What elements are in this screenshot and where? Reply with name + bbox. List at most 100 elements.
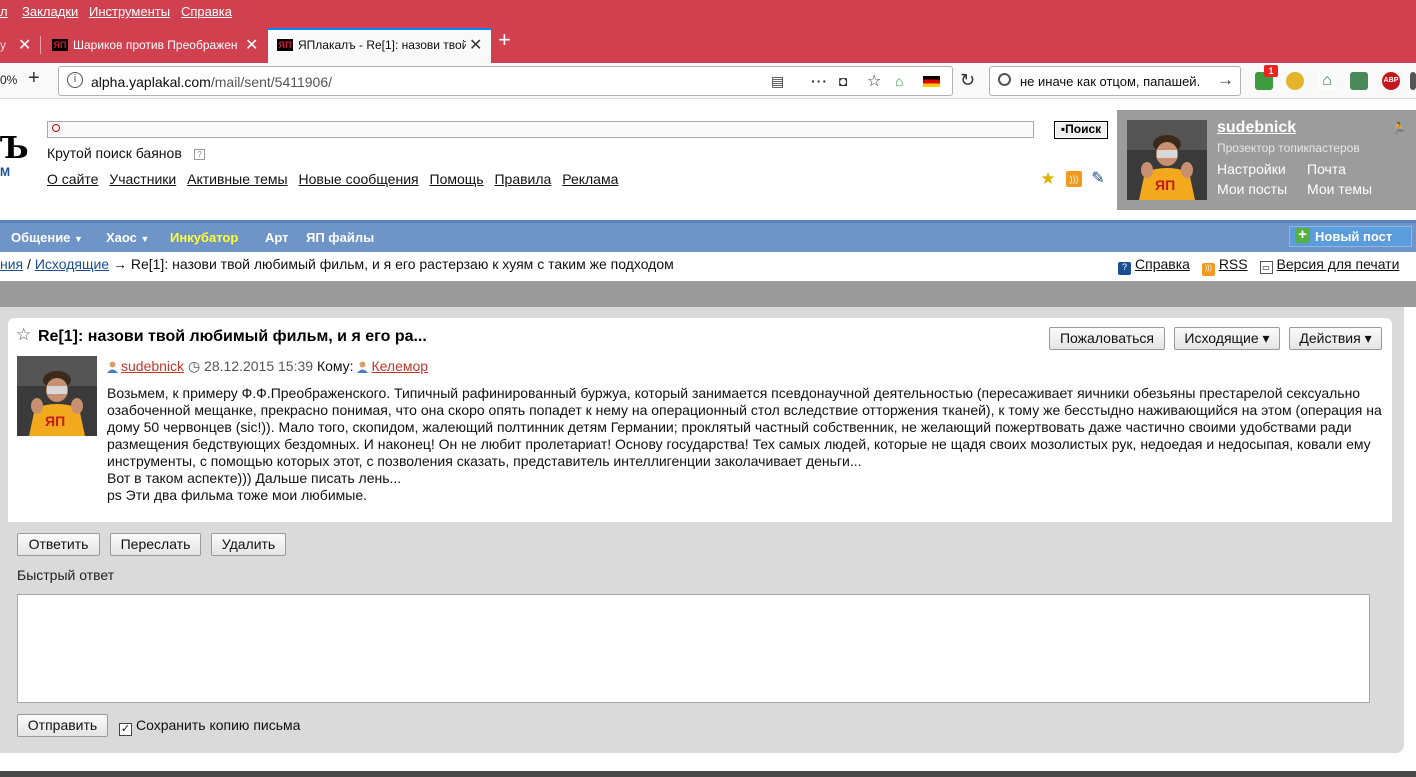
site-search-input[interactable] <box>47 121 1034 138</box>
breadcrumb-current: Re[1]: назови твой любимый фильм, и я ег… <box>130 256 674 272</box>
user-my-posts-link[interactable]: Мои посты <box>1217 181 1287 197</box>
browser-search-input[interactable]: не иначе как отцом, папашей. <box>1020 74 1220 89</box>
username-link[interactable]: sudebnick <box>1217 119 1296 137</box>
user-icon <box>357 360 369 373</box>
reload-icon[interactable]: ↻ <box>960 70 975 91</box>
close-icon[interactable]: ✕ <box>245 35 258 55</box>
url-text: alpha.yaplakal.com/mail/sent/5411906/ <box>91 74 333 90</box>
new-post-button[interactable]: + Новый пост <box>1289 226 1412 247</box>
adblock-icon[interactable]: ABP <box>1382 72 1400 90</box>
site-logo-sub: М <box>0 165 10 179</box>
author-link[interactable]: sudebnick <box>121 358 184 374</box>
pencil-icon[interactable]: ✎ <box>1090 171 1106 187</box>
star-add-icon[interactable]: ★ <box>1040 170 1056 187</box>
reply-button[interactable]: Ответить <box>17 533 100 556</box>
link-active-topics[interactable]: Активные темы <box>187 171 288 187</box>
extension-yellow-icon[interactable] <box>1286 72 1304 90</box>
nav-item-files[interactable]: ЯП файлы <box>306 230 374 245</box>
yap-favicon-icon: ЯП <box>277 39 293 51</box>
info-icon[interactable]: i <box>67 72 83 88</box>
save-copy-checkbox[interactable]: ✓ Сохранить копию письма <box>119 717 300 736</box>
report-button[interactable]: Пожаловаться <box>1049 327 1165 350</box>
menu-tools[interactable]: Инструменты <box>89 4 170 19</box>
site-links: О сайте Участники Активные темы Новые со… <box>47 171 625 187</box>
link-about[interactable]: О сайте <box>47 171 98 187</box>
quick-reply-textarea[interactable] <box>17 594 1370 703</box>
printer-icon: ▭ <box>1259 261 1273 274</box>
browser-search-bar[interactable]: не иначе как отцом, папашей. → <box>989 66 1241 96</box>
print-version-link[interactable]: Версия для печати <box>1277 256 1400 272</box>
browser-navbar: 0% + i alpha.yaplakal.com/mail/sent/5411… <box>0 63 1416 99</box>
avatar[interactable]: ЯП <box>17 356 97 436</box>
zoom-level[interactable]: 0% <box>0 73 17 87</box>
logout-icon[interactable]: 🏃 <box>1392 122 1406 135</box>
checkbox-check-icon[interactable]: ✓ <box>119 723 132 736</box>
user-settings-link[interactable]: Настройки <box>1217 161 1286 177</box>
url-bar[interactable]: i alpha.yaplakal.com/mail/sent/5411906/ … <box>58 66 953 96</box>
extension-home-icon[interactable]: ⌂ <box>1318 72 1336 90</box>
bookmark-star-icon[interactable]: ☆ <box>867 71 881 91</box>
menu-bookmarks[interactable]: Закладки <box>22 4 78 19</box>
link-members[interactable]: Участники <box>109 171 176 187</box>
nav-item-art[interactable]: Арт <box>265 230 289 245</box>
help-link[interactable]: Справка <box>1135 256 1190 272</box>
nav-item-obshchenie[interactable]: Общение ▼ <box>11 230 83 245</box>
star-icon[interactable]: ☆ <box>16 325 31 345</box>
zoom-in-plus-icon[interactable]: + <box>28 67 40 90</box>
menu-help[interactable]: Справка <box>181 4 232 19</box>
search-go-arrow-icon[interactable]: → <box>1217 70 1234 90</box>
nav-item-chaos[interactable]: Хаос ▼ <box>106 230 149 245</box>
link-help[interactable]: Помощь <box>430 171 484 187</box>
more-actions-icon[interactable]: ··· <box>811 73 828 89</box>
menu-file[interactable]: л <box>0 4 8 19</box>
recipient-link[interactable]: Келемор <box>371 358 428 374</box>
user-rank: Прозектор топикпастеров <box>1217 141 1360 155</box>
plus-icon: + <box>1295 227 1310 243</box>
link-new-messages[interactable]: Новые сообщения <box>299 171 419 187</box>
reader-view-icon[interactable]: ▤ <box>771 73 784 90</box>
send-button[interactable]: Отправить <box>17 714 108 737</box>
delete-button[interactable]: Удалить <box>211 533 286 556</box>
extension-grid-icon[interactable] <box>1350 72 1368 90</box>
user-my-topics-link[interactable]: Мои темы <box>1307 181 1372 197</box>
browser-tabstrip: у ✕ ЯП Шариков против Преображен ✕ ЯП ЯП… <box>0 24 1416 63</box>
actions-dropdown-button[interactable]: Действия ▾ <box>1289 327 1382 350</box>
save-copy-label: Сохранить копию письма <box>136 717 301 733</box>
browser-tab[interactable]: ЯП Шариков против Преображен ✕ <box>42 28 268 63</box>
overflow-menu-icon[interactable] <box>1410 72 1416 90</box>
site-header: Ъ М ▪Поиск Крутой поиск баянов ? О сайте… <box>0 99 1416 220</box>
section-header-band <box>0 281 1416 307</box>
breadcrumb-arrow: → <box>112 256 127 272</box>
bayan-search-label: Крутой поиск баянов <box>47 145 182 161</box>
extension-badge: 1 <box>1264 65 1278 77</box>
home-icon[interactable]: ⌂ <box>895 73 903 89</box>
rss-link[interactable]: RSS <box>1219 256 1248 272</box>
tab-separator <box>40 36 41 54</box>
link-rules[interactable]: Правила <box>494 171 551 187</box>
tab-title: Шариков против Преображен <box>73 38 238 52</box>
avatar[interactable]: ЯП <box>1127 120 1207 200</box>
search-button[interactable]: ▪Поиск <box>1054 121 1108 139</box>
nav-item-incubator[interactable]: Инкубатор <box>170 230 238 245</box>
browser-tab-active[interactable]: ЯП ЯПлакалъ - Re[1]: назови твой ✕ <box>268 28 491 63</box>
help-icon[interactable]: ? <box>194 149 205 160</box>
rss-icon[interactable]: ))) <box>1066 171 1082 187</box>
message-paragraph: ps Эти два фильма тоже мои любимые. <box>107 487 368 503</box>
site-logo[interactable]: Ъ <box>0 131 29 166</box>
pocket-icon[interactable]: ◘ <box>839 73 847 89</box>
breadcrumb-tools: ? Справка ))) RSS ▭ Версия для печати <box>1118 256 1399 276</box>
browser-tab[interactable]: у ✕ <box>0 28 40 63</box>
folder-dropdown-button[interactable]: Исходящие ▾ <box>1174 327 1280 350</box>
user-mail-link[interactable]: Почта <box>1307 161 1346 177</box>
german-flag-icon[interactable] <box>923 76 940 87</box>
new-tab-plus-icon[interactable]: + <box>498 29 511 51</box>
close-icon[interactable]: ✕ <box>469 35 482 55</box>
breadcrumb-mail[interactable]: ния <box>0 256 23 272</box>
user-icon <box>107 360 118 373</box>
search-icon <box>998 73 1011 86</box>
close-icon[interactable]: ✕ <box>18 35 31 55</box>
breadcrumb-outbox[interactable]: Исходящие <box>35 256 109 272</box>
link-ads[interactable]: Реклама <box>562 171 618 187</box>
tab-title: у <box>0 38 6 52</box>
forward-button[interactable]: Переслать <box>110 533 201 556</box>
